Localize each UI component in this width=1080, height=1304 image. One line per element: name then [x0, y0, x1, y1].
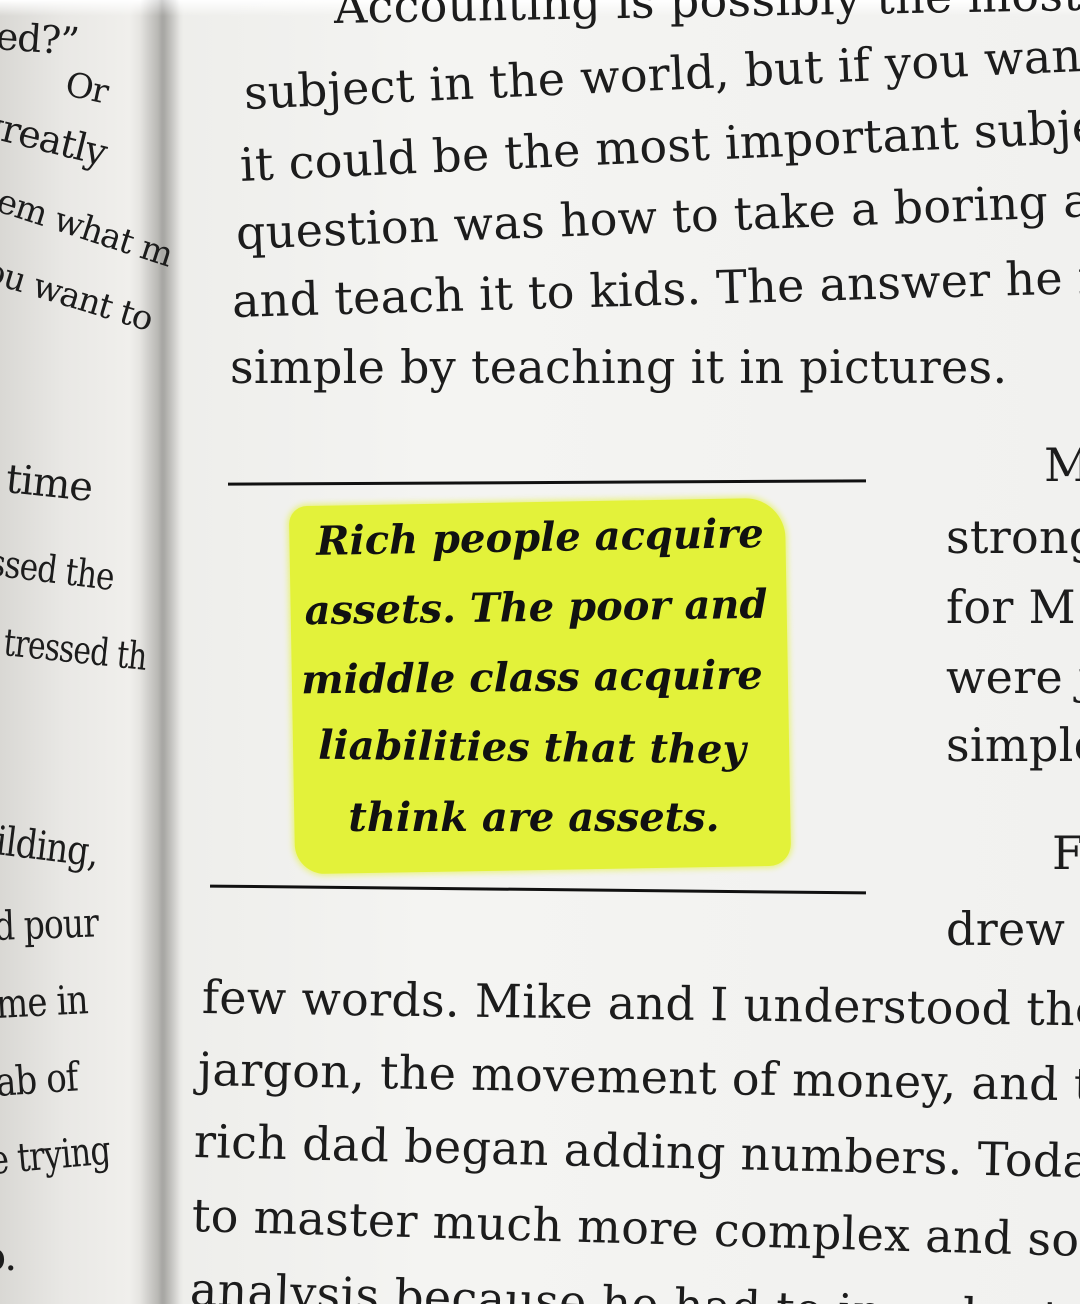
pull-quote-line: liabilities that they [317, 721, 747, 774]
left-page-fragment: greatly [0, 100, 112, 175]
left-page-fragment: ab of [0, 1054, 80, 1106]
left-page-fragment: me in [0, 977, 89, 1028]
top-paragraph-line: and teach it to kids. The answer he fou [231, 248, 1080, 328]
pull-quote-line: think are assets. [348, 794, 720, 841]
left-page-fragment: Or [61, 64, 112, 113]
left-page-fragment: time [3, 456, 95, 511]
pull-quote-line: assets. The poor and [304, 580, 768, 635]
right-column-fragment: for M [946, 580, 1076, 634]
left-page-fragment: ssed the [0, 540, 117, 600]
bottom-paragraph-line: rich dad began adding numbers. Today [193, 1114, 1080, 1189]
book-photo: ed?” Or greatly em what m ou want to tim… [0, 0, 1080, 1304]
right-column-fragment: F [1052, 826, 1080, 880]
left-page-fragment: d pour [0, 900, 99, 950]
left-page-fragment: e trying [0, 1127, 112, 1184]
right-column-fragment: M [1044, 438, 1080, 492]
quote-top-rule [227, 479, 867, 486]
right-column-fragment: strong [946, 510, 1080, 564]
right-column-fragment: drew [946, 902, 1066, 956]
right-column-fragment: simple [946, 718, 1080, 772]
bottom-paragraph-line: jargon, the movement of money, and t [197, 1042, 1080, 1112]
left-page-fragment: ilding, [0, 818, 101, 877]
bottom-paragraph-line: few words. Mike and I understood the [201, 970, 1080, 1037]
left-page-fragment: tressed th [1, 620, 149, 679]
left-page-fragment: o. [0, 1234, 17, 1280]
top-paragraph-line: simple by teaching it in pictures. [230, 340, 1008, 394]
right-column-fragment: were j [946, 650, 1080, 704]
bottom-paragraph-line: to master much more complex and sop [191, 1188, 1080, 1268]
top-paragraph-line: Accounting is possibly the most co [334, 0, 1080, 34]
quote-bottom-rule [210, 884, 866, 895]
pull-quote-line: middle class acquire [301, 651, 763, 704]
bottom-paragraph-line: analysis because he had to in order to s [189, 1262, 1080, 1304]
pull-quote-line: Rich people acquire [315, 510, 765, 565]
left-page-fragment: ed?” [0, 14, 80, 64]
